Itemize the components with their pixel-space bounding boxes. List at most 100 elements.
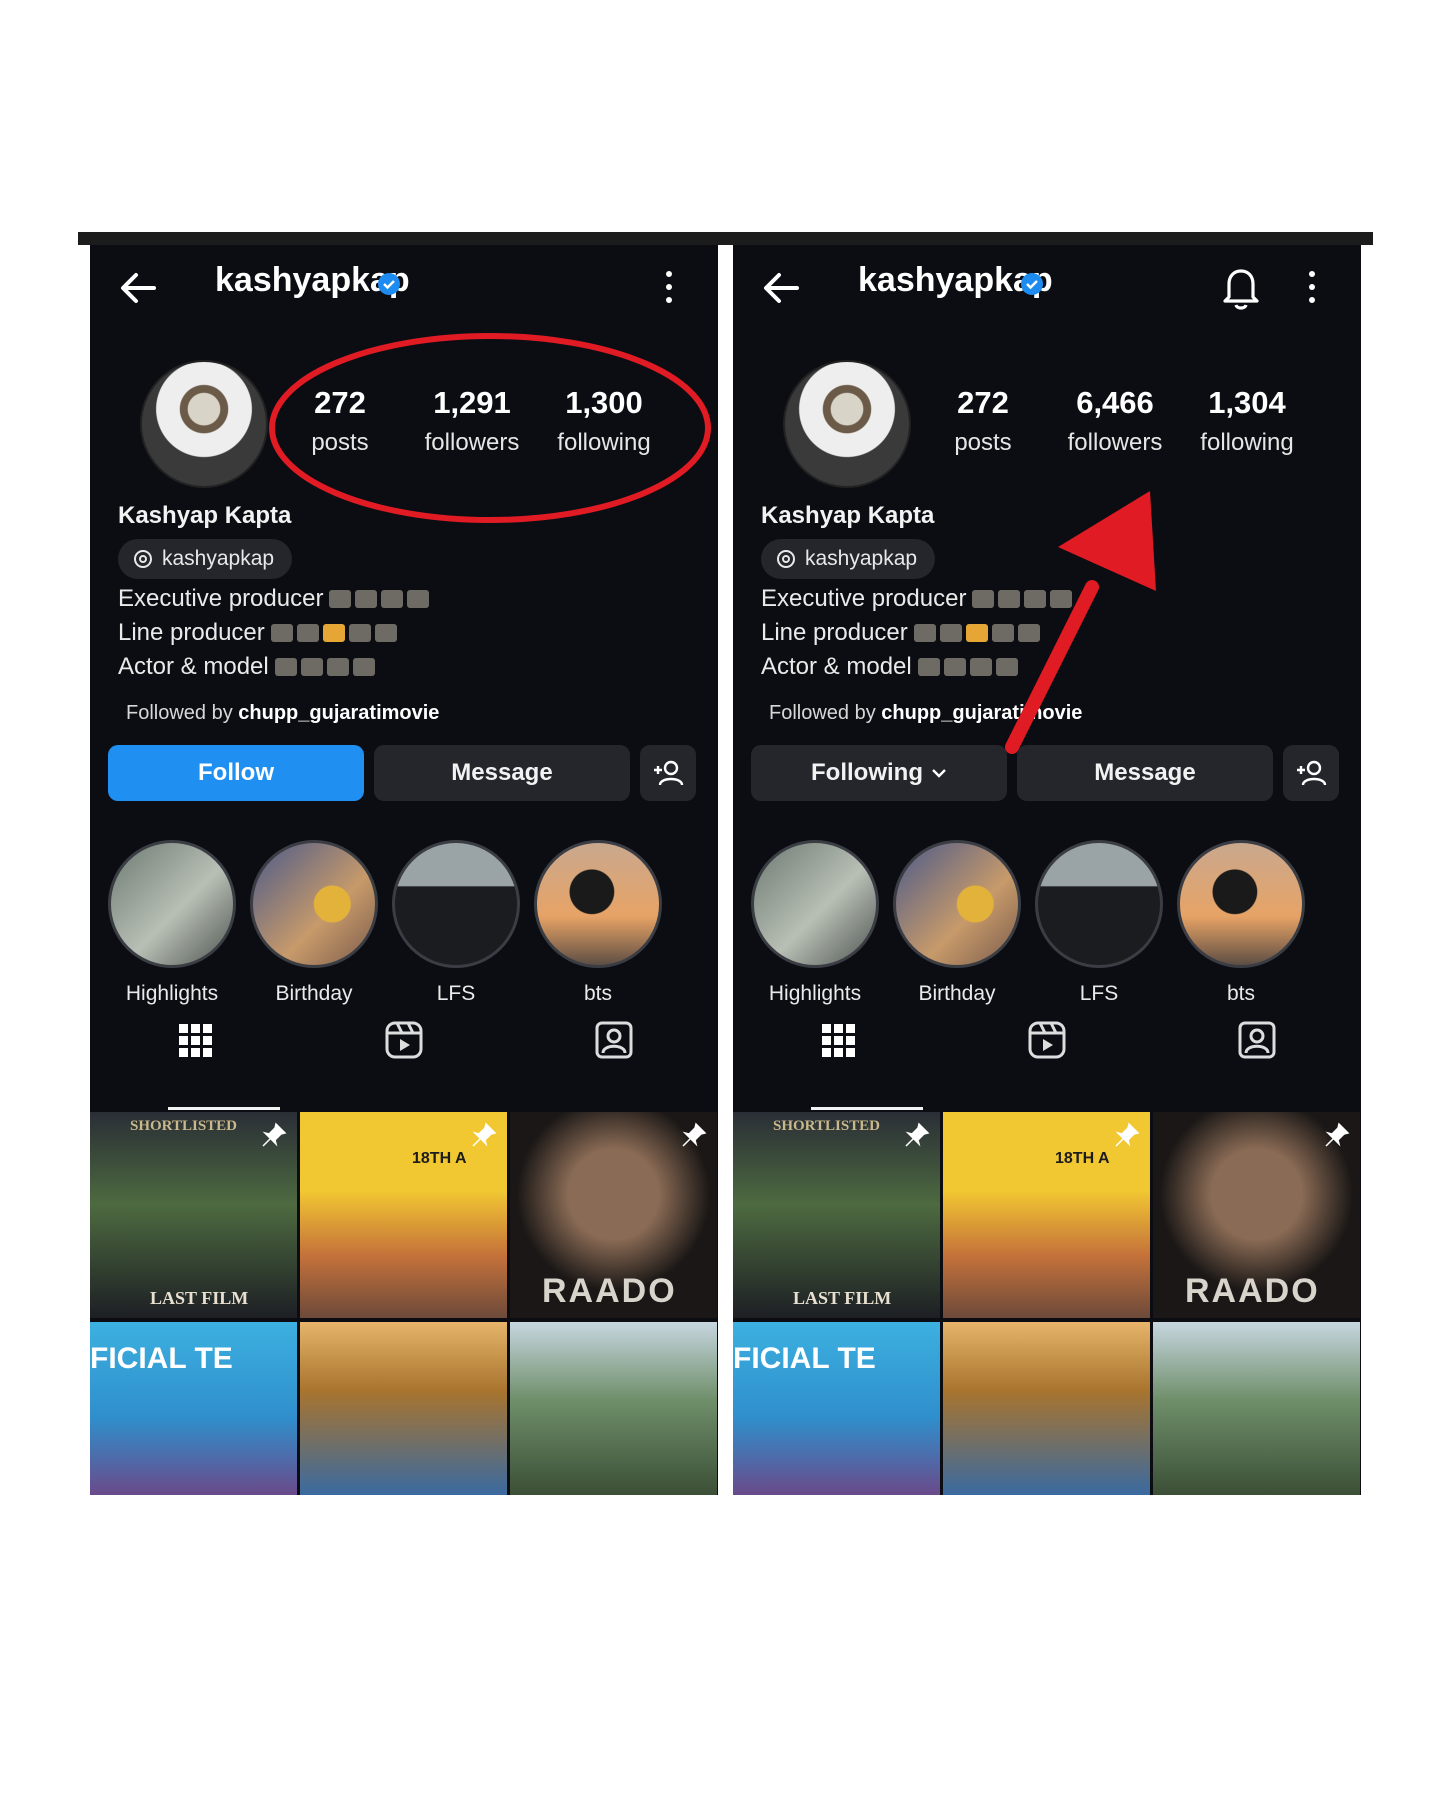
grid-icon[interactable] <box>813 1015 863 1065</box>
profile-avatar[interactable] <box>783 360 911 488</box>
post-text: 18TH A <box>1055 1150 1110 1167</box>
highlight-item[interactable]: LFS <box>1034 840 1164 1006</box>
pin-icon <box>682 1122 707 1147</box>
stat-followers-label: followers <box>1067 429 1163 456</box>
post-thumbnail[interactable]: SHORTLISTED LAST FILM <box>90 1112 297 1318</box>
bio-line: Actor & model <box>118 653 375 681</box>
highlight-label: LFS <box>436 982 476 1005</box>
highlight-item[interactable]: bts <box>1176 840 1306 1006</box>
bio-line: Line producer <box>761 619 1040 647</box>
pin-icon <box>1325 1122 1350 1147</box>
threads-badge[interactable]: kashyapkap <box>761 539 936 579</box>
profile-screenshot-after: kashyapkap 272 posts 6,466 followers 1,304… <box>733 245 1361 1495</box>
profile-tab-bar <box>90 1015 718 1065</box>
posts-grid: SHORTLISTED LAST FILM 18TH A RAADO FICIA… <box>733 1112 1361 1495</box>
add-person-icon <box>654 760 684 786</box>
highlight-label: bts <box>1226 982 1255 1005</box>
add-person-icon <box>1297 760 1327 786</box>
post-text: RAADO <box>1185 1272 1320 1310</box>
stat-followers[interactable]: 6,466 followers <box>1050 385 1180 457</box>
follow-button[interactable]: Follow <box>108 745 364 801</box>
tagged-icon[interactable] <box>589 1015 639 1065</box>
tagged-icon[interactable] <box>1232 1015 1282 1065</box>
stat-posts[interactable]: 272 posts <box>918 385 1048 457</box>
more-options-icon[interactable] <box>1307 269 1317 305</box>
highlight-item[interactable]: bts <box>533 840 663 1006</box>
red-circle-annotation <box>269 333 711 523</box>
pin-icon <box>472 1122 497 1147</box>
profile-avatar[interactable] <box>140 360 268 488</box>
highlight-item[interactable]: Highlights <box>750 840 880 1006</box>
post-thumbnail[interactable]: SHORTLISTED LAST FILM <box>733 1112 940 1318</box>
threads-handle: kashyapkap <box>805 547 918 570</box>
bio-line: Line producer <box>118 619 397 647</box>
post-text: FICIAL TE <box>733 1342 876 1375</box>
post-text: RAADO <box>542 1272 677 1310</box>
followed-by-text[interactable]: Followed by chupp_gujaratimovie <box>126 702 439 725</box>
bio-text: Actor & model <box>118 653 269 680</box>
bio-text: Actor & model <box>761 653 912 680</box>
post-thumbnail[interactable]: FICIAL TE <box>90 1322 297 1495</box>
bio-text: Line producer <box>118 619 265 646</box>
threads-handle: kashyapkap <box>162 547 275 570</box>
following-button-label: Following <box>811 759 923 786</box>
reels-icon[interactable] <box>379 1015 429 1065</box>
bio-line: Actor & model <box>761 653 1018 681</box>
red-arrow-annotation <box>1005 491 1156 754</box>
highlight-item[interactable]: Birthday <box>249 840 379 1006</box>
grid-icon[interactable] <box>170 1015 220 1065</box>
add-person-button[interactable] <box>640 745 696 801</box>
followed-by-prefix: Followed by <box>126 702 239 724</box>
profile-tab-bar <box>733 1015 1361 1065</box>
stat-following-label: following <box>1200 429 1294 456</box>
stat-following[interactable]: 1,304 following <box>1182 385 1312 457</box>
stat-posts-value: 272 <box>957 385 1009 420</box>
post-subtext: LAST FILM <box>793 1288 892 1308</box>
highlight-label: Birthday <box>918 982 996 1005</box>
post-thumbnail[interactable]: RAADO <box>510 1112 717 1318</box>
reels-icon[interactable] <box>1022 1015 1072 1065</box>
posts-grid: SHORTLISTED LAST FILM 18TH A RAADO FICIA… <box>90 1112 718 1495</box>
add-person-button[interactable] <box>1283 745 1339 801</box>
active-tab-indicator <box>811 1107 923 1110</box>
emoji-group <box>329 590 430 608</box>
highlight-item[interactable]: Birthday <box>892 840 1022 1006</box>
threads-icon <box>134 550 152 568</box>
verified-badge-icon <box>378 273 400 295</box>
highlight-label: Highlights <box>768 982 862 1005</box>
threads-badge[interactable]: kashyapkap <box>118 539 293 579</box>
follow-button-label: Follow <box>198 759 274 786</box>
emoji-group <box>270 624 397 642</box>
post-text: 18TH A <box>412 1150 467 1167</box>
profile-full-name: Kashyap Kapta <box>761 502 935 529</box>
highlight-label: Birthday <box>275 982 353 1005</box>
pin-icon <box>905 1122 930 1147</box>
post-thumbnail[interactable]: RAADO <box>1153 1112 1360 1318</box>
post-thumbnail[interactable] <box>510 1322 717 1495</box>
emoji-group <box>274 658 375 676</box>
highlight-item[interactable]: LFS <box>391 840 521 1006</box>
post-thumbnail[interactable] <box>300 1322 507 1495</box>
post-text: SHORTLISTED <box>773 1118 881 1134</box>
back-arrow-icon[interactable] <box>114 263 164 313</box>
post-thumbnail[interactable]: 18TH A <box>300 1112 507 1318</box>
post-text: SHORTLISTED <box>130 1118 238 1134</box>
followed-by-prefix: Followed by <box>769 702 882 724</box>
post-thumbnail[interactable] <box>1153 1322 1360 1495</box>
threads-icon <box>777 550 795 568</box>
stat-posts-label: posts <box>954 429 1012 456</box>
bio-text: Executive producer <box>118 585 324 612</box>
post-thumbnail[interactable] <box>943 1322 1150 1495</box>
bio-text: Executive producer <box>761 585 967 612</box>
verified-badge-icon <box>1021 273 1043 295</box>
post-thumbnail[interactable]: 18TH A <box>943 1112 1150 1318</box>
highlight-item[interactable]: Highlights <box>107 840 237 1006</box>
following-button[interactable]: Following <box>751 745 1007 801</box>
stat-followers-value: 6,466 <box>1076 385 1154 420</box>
bell-icon[interactable] <box>1217 261 1265 313</box>
back-arrow-icon[interactable] <box>757 263 807 313</box>
post-thumbnail[interactable]: FICIAL TE <box>733 1322 940 1495</box>
post-subtext: LAST FILM <box>150 1288 249 1308</box>
message-button[interactable]: Message <box>374 745 630 801</box>
more-options-icon[interactable] <box>664 269 674 305</box>
